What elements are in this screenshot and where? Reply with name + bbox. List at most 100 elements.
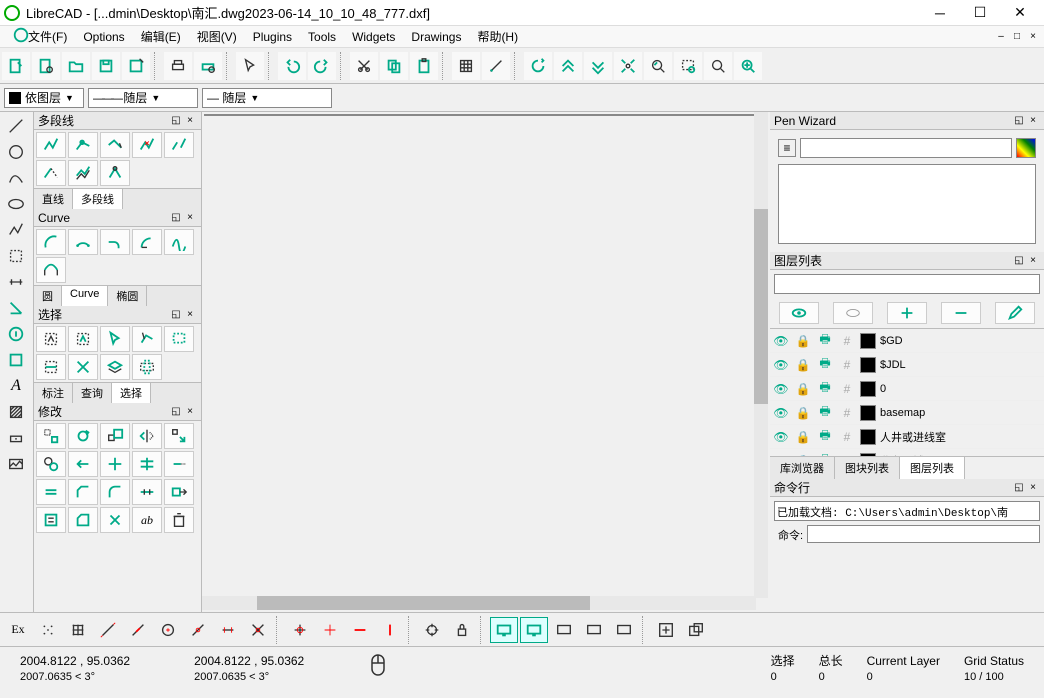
close-icon[interactable]: × bbox=[1026, 114, 1040, 128]
tab-ellipse[interactable]: 椭圆 bbox=[108, 286, 147, 306]
lock-icon[interactable]: 🔒 bbox=[794, 382, 812, 396]
menu-help[interactable]: 帮助(H) bbox=[469, 26, 526, 47]
screen-3[interactable] bbox=[550, 617, 578, 643]
mdi-minimize-button[interactable]: – bbox=[994, 30, 1008, 44]
maximize-button[interactable]: ☐ bbox=[960, 1, 1000, 25]
menu-drawings[interactable]: Drawings bbox=[403, 28, 469, 46]
minimize-button[interactable]: ─ bbox=[920, 1, 960, 25]
layer-add[interactable] bbox=[887, 302, 927, 324]
color-swatch[interactable] bbox=[860, 429, 876, 445]
tab-polyline[interactable]: 多段线 bbox=[73, 189, 123, 209]
layer-row[interactable]: 👁🔒🖶#$JDL bbox=[770, 353, 1044, 377]
mod-prop[interactable] bbox=[36, 507, 66, 533]
print-button[interactable] bbox=[164, 52, 192, 80]
mod-explode[interactable] bbox=[100, 507, 130, 533]
pl-draw[interactable] bbox=[36, 132, 66, 158]
eye-icon[interactable]: 👁 bbox=[772, 406, 790, 420]
pen-wizard-header[interactable]: Pen Wizard◱× bbox=[770, 112, 1044, 130]
pen-color-dropdown[interactable] bbox=[800, 138, 1012, 158]
mod-offset[interactable] bbox=[36, 479, 66, 505]
layer-row[interactable]: 👁🔒🖶#业务区域 bbox=[770, 449, 1044, 456]
layer-remove[interactable] bbox=[941, 302, 981, 324]
arc-tan[interactable] bbox=[100, 229, 130, 255]
polyline-tool[interactable] bbox=[2, 218, 30, 242]
cmd-input[interactable] bbox=[807, 525, 1040, 543]
pl-trim[interactable] bbox=[36, 160, 66, 186]
dock-float[interactable] bbox=[682, 617, 710, 643]
menu-view[interactable]: 视图(V) bbox=[189, 26, 245, 47]
text-tool[interactable]: A bbox=[2, 374, 30, 398]
menu-tools[interactable]: Tools bbox=[300, 28, 344, 46]
restrict-ortho[interactable] bbox=[316, 617, 344, 643]
relzero-lock[interactable] bbox=[448, 617, 476, 643]
snap-mid[interactable] bbox=[184, 617, 212, 643]
layer-filter-input[interactable] bbox=[774, 274, 1040, 294]
menu-file[interactable]: 文件(F) bbox=[20, 26, 75, 47]
mdi-restore-button[interactable]: □ bbox=[1010, 30, 1024, 44]
float-icon[interactable]: ◱ bbox=[1012, 114, 1026, 128]
dimension-tool[interactable] bbox=[2, 270, 30, 294]
mod-text[interactable]: ab bbox=[132, 507, 162, 533]
spline[interactable] bbox=[164, 229, 194, 255]
drawing-canvas[interactable]: 南汇图 ▲ 图纸 bbox=[204, 114, 754, 116]
zoom-previous-button[interactable] bbox=[644, 52, 672, 80]
arc-3p[interactable] bbox=[68, 229, 98, 255]
mod-attr[interactable] bbox=[68, 507, 98, 533]
sel-all-des[interactable] bbox=[36, 326, 66, 352]
eye-icon[interactable]: 👁 bbox=[772, 430, 790, 444]
layer-row[interactable]: 👁🔒🖶#basemap bbox=[770, 401, 1044, 425]
mod-del[interactable] bbox=[164, 507, 194, 533]
pl-seg[interactable] bbox=[100, 160, 130, 186]
color-swatch[interactable] bbox=[860, 381, 876, 397]
pen-color-picker[interactable] bbox=[1016, 138, 1036, 158]
mod-divide[interactable] bbox=[132, 479, 162, 505]
lock-icon[interactable]: 🔒 bbox=[794, 430, 812, 444]
lineweight-combo[interactable]: — 随层▼ bbox=[202, 88, 332, 108]
float-icon[interactable]: ◱ bbox=[169, 114, 183, 128]
mod-rotate[interactable] bbox=[68, 423, 98, 449]
zoom-pan-button[interactable] bbox=[704, 52, 732, 80]
color-swatch[interactable] bbox=[860, 357, 876, 373]
zoom-fit-button[interactable] bbox=[734, 52, 762, 80]
layer-edit[interactable] bbox=[995, 302, 1035, 324]
pl-del[interactable] bbox=[132, 132, 162, 158]
color-swatch[interactable] bbox=[860, 333, 876, 349]
cmd-header[interactable]: 命令行◱× bbox=[770, 479, 1044, 497]
curve-panel-header[interactable]: Curve◱× bbox=[34, 209, 201, 227]
lock-icon[interactable]: 🔒 bbox=[794, 358, 812, 372]
mod-move[interactable] bbox=[36, 423, 66, 449]
print-preview-button[interactable] bbox=[194, 52, 222, 80]
snap-end[interactable] bbox=[94, 617, 122, 643]
close-icon[interactable]: × bbox=[183, 308, 197, 322]
tab-library[interactable]: 库浏览器 bbox=[770, 457, 835, 479]
mod-trim[interactable] bbox=[100, 451, 130, 477]
copy-button[interactable] bbox=[380, 52, 408, 80]
sel-layer[interactable] bbox=[100, 354, 130, 380]
arc-ang[interactable] bbox=[132, 229, 162, 255]
point-tool[interactable] bbox=[2, 426, 30, 450]
float-icon[interactable]: ◱ bbox=[1012, 481, 1026, 495]
pen-favorites-area[interactable] bbox=[778, 164, 1036, 244]
lock-icon[interactable]: 🔒 bbox=[794, 406, 812, 420]
ellipse-tool[interactable] bbox=[2, 192, 30, 216]
lock-icon[interactable]: 🔒 bbox=[794, 334, 812, 348]
pl-append[interactable] bbox=[100, 132, 130, 158]
layer-show-all[interactable] bbox=[779, 302, 819, 324]
spline-pts[interactable] bbox=[36, 257, 66, 283]
snap-free[interactable] bbox=[34, 617, 62, 643]
sel-inv[interactable] bbox=[68, 354, 98, 380]
open-file-button[interactable] bbox=[62, 52, 90, 80]
float-icon[interactable]: ◱ bbox=[1012, 254, 1026, 268]
sel-contour[interactable] bbox=[132, 326, 162, 352]
snap-dist[interactable] bbox=[214, 617, 242, 643]
sel-window[interactable] bbox=[164, 326, 194, 352]
snap-center[interactable] bbox=[154, 617, 182, 643]
relzero-set[interactable] bbox=[418, 617, 446, 643]
cut-button[interactable] bbox=[350, 52, 378, 80]
select-tool[interactable] bbox=[2, 244, 30, 268]
layer-row[interactable]: 👁🔒🖶#0 bbox=[770, 377, 1044, 401]
float-icon[interactable]: ◱ bbox=[169, 405, 183, 419]
snap-on[interactable] bbox=[124, 617, 152, 643]
horizontal-scrollbar[interactable] bbox=[202, 596, 756, 610]
print-icon[interactable]: 🖶 bbox=[816, 426, 834, 447]
